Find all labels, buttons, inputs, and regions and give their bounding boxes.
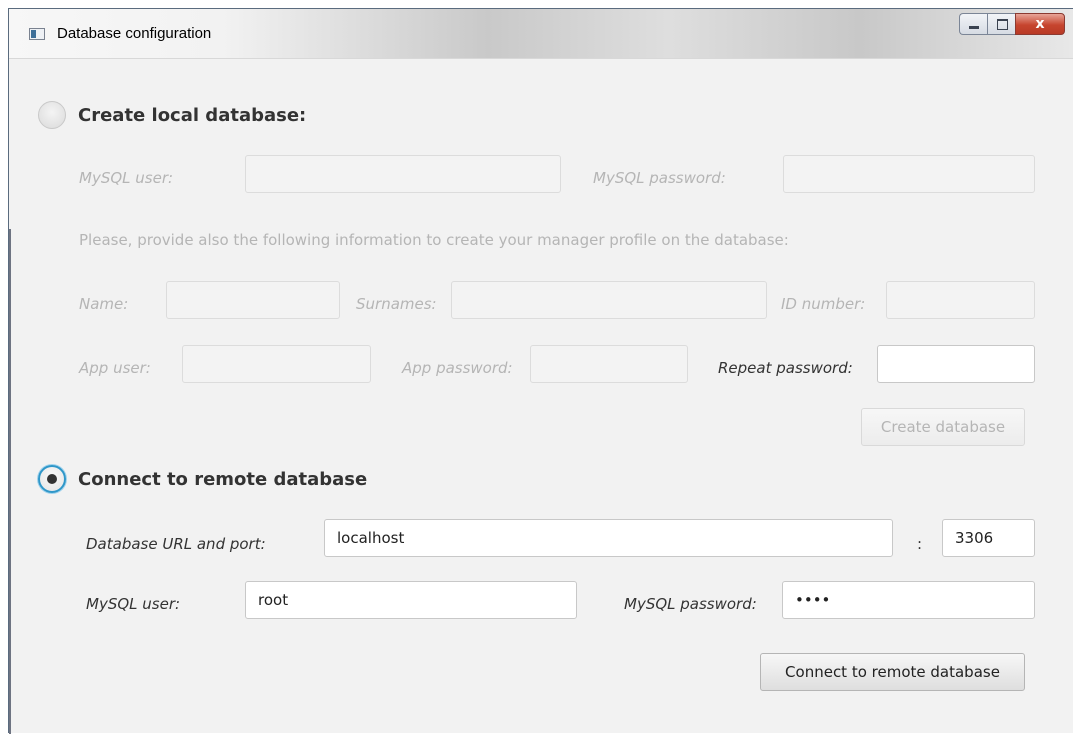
create-local-radio[interactable] bbox=[38, 101, 66, 129]
name-field[interactable] bbox=[166, 281, 340, 319]
remote-mysql-user-field[interactable]: root bbox=[245, 581, 577, 619]
dialog-content: Create local database: MySQL user: MySQL… bbox=[9, 59, 1073, 733]
remote-mysql-password-label: MySQL password: bbox=[624, 595, 757, 613]
database-url-field[interactable]: localhost bbox=[324, 519, 893, 557]
repeat-password-label: Repeat password: bbox=[718, 359, 853, 377]
local-mysql-password-label: MySQL password: bbox=[593, 169, 726, 187]
app-user-label: App user: bbox=[79, 359, 151, 377]
app-password-field[interactable] bbox=[530, 345, 688, 383]
app-user-field[interactable] bbox=[182, 345, 371, 383]
title-bar[interactable]: Database configuration x bbox=[9, 9, 1073, 59]
surnames-field[interactable] bbox=[451, 281, 767, 319]
create-database-button[interactable]: Create database bbox=[861, 408, 1025, 446]
maximize-button[interactable] bbox=[987, 13, 1015, 35]
window-title: Database configuration bbox=[57, 25, 212, 42]
close-icon: x bbox=[1035, 16, 1045, 32]
local-mysql-password-field[interactable] bbox=[783, 155, 1035, 193]
id-number-field[interactable] bbox=[886, 281, 1035, 319]
remote-mysql-user-label: MySQL user: bbox=[86, 595, 181, 613]
database-url-label: Database URL and port: bbox=[86, 535, 266, 553]
repeat-password-field[interactable] bbox=[877, 345, 1035, 383]
surnames-label: Surnames: bbox=[356, 295, 437, 313]
app-password-label: App password: bbox=[402, 359, 513, 377]
database-config-window: Database configuration x Create local da… bbox=[8, 8, 1073, 734]
local-mysql-user-field[interactable] bbox=[245, 155, 561, 193]
minimize-button[interactable] bbox=[959, 13, 987, 35]
create-local-heading: Create local database: bbox=[78, 104, 307, 126]
id-number-label: ID number: bbox=[781, 295, 866, 313]
local-mysql-user-label: MySQL user: bbox=[79, 169, 174, 187]
manager-profile-info: Please, provide also the following infor… bbox=[79, 231, 789, 249]
close-button[interactable]: x bbox=[1015, 13, 1065, 35]
connect-remote-radio[interactable] bbox=[38, 465, 66, 493]
remote-mysql-password-field[interactable]: •••• bbox=[782, 581, 1035, 619]
window-controls: x bbox=[959, 13, 1065, 35]
name-label: Name: bbox=[79, 295, 129, 313]
app-window-icon bbox=[29, 28, 45, 40]
port-field[interactable]: 3306 bbox=[942, 519, 1035, 557]
connect-remote-heading: Connect to remote database bbox=[78, 468, 368, 490]
connect-remote-database-button[interactable]: Connect to remote database bbox=[760, 653, 1025, 691]
connect-remote-section-header: Connect to remote database bbox=[38, 465, 367, 493]
create-local-section-header: Create local database: bbox=[38, 101, 306, 129]
port-separator: : bbox=[917, 535, 923, 553]
